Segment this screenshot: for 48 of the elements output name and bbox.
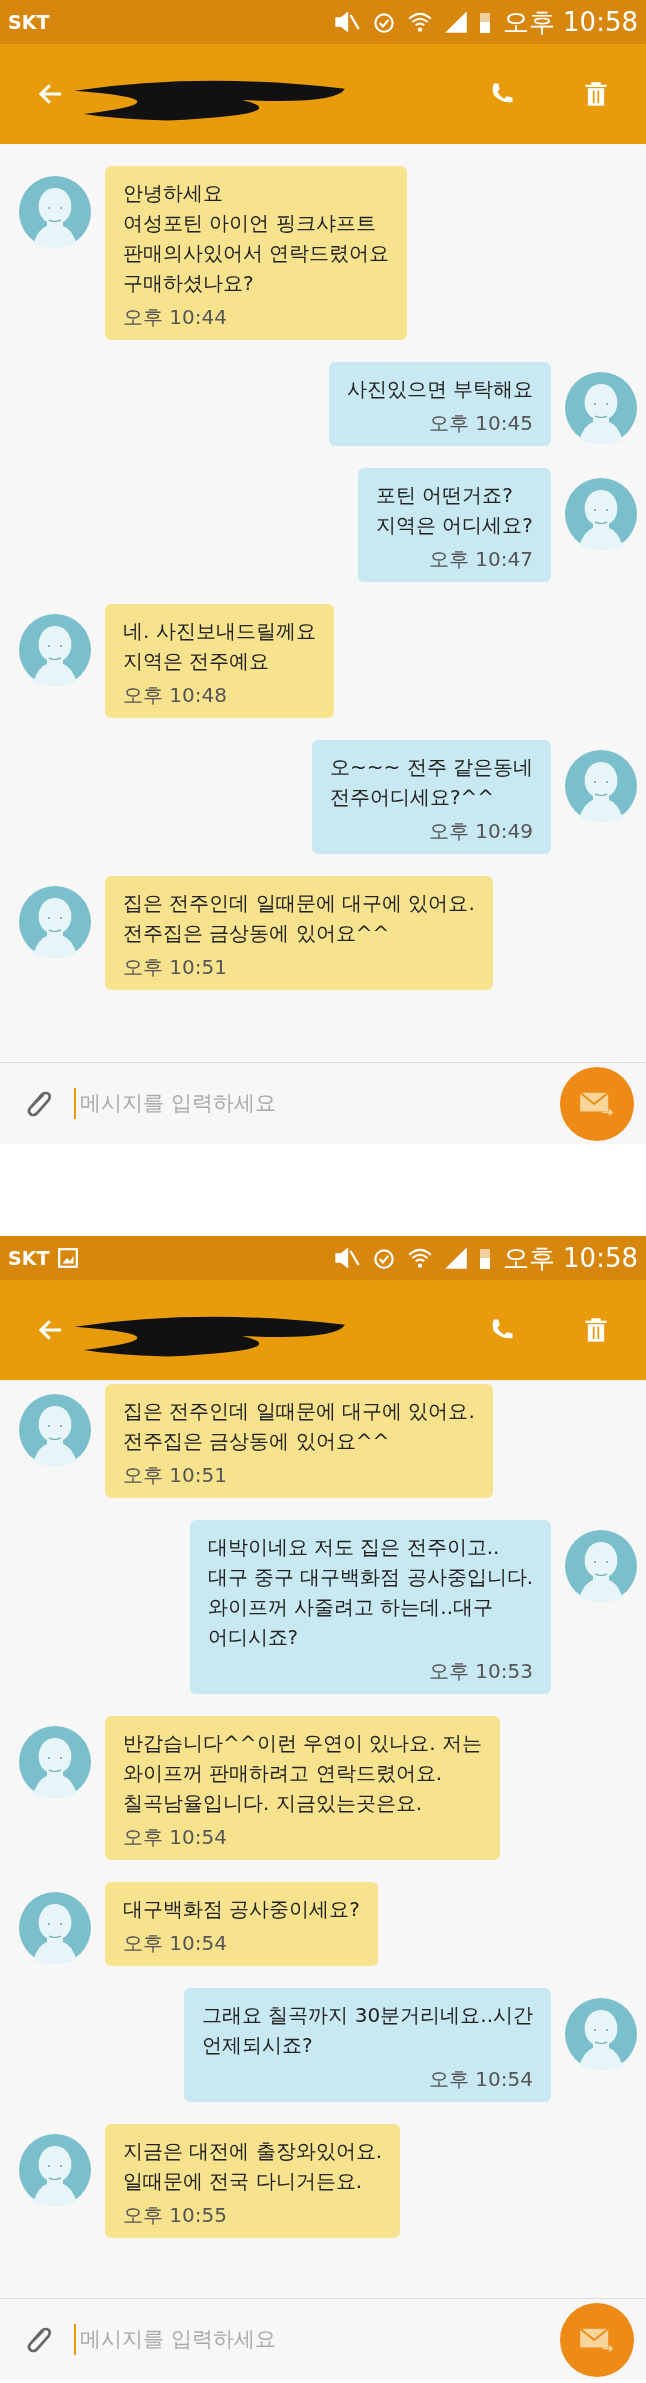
avatar-icon (565, 1998, 637, 2070)
message-text: 대구백화점 공사중이세요? (123, 1896, 360, 1923)
carrier-label: SKT (8, 9, 50, 35)
message-text: 오~~~ 전주 같은동네 전주어디세요?^^ (330, 754, 533, 811)
message-text: 집은 전주인데 일때문에 대구에 있어요. 전주집은 금상동에 있어요^^ (123, 890, 475, 947)
avatar-icon (565, 1530, 637, 1602)
message-time: 오후 10:55 (123, 2202, 228, 2229)
signal-icon (442, 9, 469, 35)
message-time: 오후 10:54 (428, 2066, 533, 2093)
message-text: 네. 사진보내드릴께요 지역은 전주예요 (123, 618, 316, 675)
envelope-icon (578, 1089, 616, 1118)
message-time: 오후 10:45 (428, 410, 533, 437)
message-input[interactable]: 메시지를 입력하세요 (74, 1087, 494, 1120)
message-time: 오후 10:49 (428, 818, 533, 845)
avatar-icon (19, 1394, 91, 1466)
message-time: 오후 10:54 (123, 1824, 228, 1851)
clock-text: 오후 10:58 (502, 1241, 638, 1275)
message-text: 대박이네요 저도 집은 전주이고.. 대구 중구 대구백화점 공사중입니다. 와이프꺼 사줄려고 하는데..대구 어디시죠? (207, 1534, 533, 1651)
avatar-icon (565, 372, 637, 444)
carrier-label: SKT (8, 1245, 50, 1271)
battery-icon (478, 1246, 491, 1270)
message-text: 안녕하세요 여성포틴 아이언 핑크샤프트 판매의사있어서 연락드렸어요 구매하셨나요? (123, 180, 390, 297)
message-time: 오후 10:53 (428, 1658, 533, 1685)
avatar-icon (565, 750, 637, 822)
message-time: 오후 10:51 (123, 954, 228, 981)
avatar-icon (565, 478, 637, 550)
avatar-icon (19, 1892, 91, 1964)
message-time: 오후 10:47 (428, 546, 533, 573)
message-time: 오후 10:48 (123, 682, 228, 709)
avatar-icon (19, 886, 91, 958)
message-time: 오후 10:51 (123, 1462, 228, 1489)
avatar-icon (19, 1726, 91, 1798)
message-time: 오후 10:44 (123, 304, 228, 331)
message-text: 반갑습니다^^이런 우연이 있나요. 저는 와이프꺼 판매하려고 연락드렸어요. 칠곡남율입니다. 지금있는곳은요. (123, 1730, 482, 1817)
message-text: 그래요 칠곡까지 30분거리네요..시간 언제되시죠? (202, 2002, 533, 2059)
message-text: 포틴 어떤거죠? 지역은 어디세요? (376, 482, 533, 539)
battery-icon (478, 10, 491, 34)
message-text: 사진있으면 부탁해요 (346, 376, 533, 403)
message-text: 집은 전주인데 일때문에 대구에 있어요. 전주집은 금상동에 있어요^^ (123, 1398, 475, 1455)
avatar-icon (19, 2134, 91, 2206)
signal-icon (442, 1245, 469, 1271)
avatar-icon (19, 176, 91, 248)
envelope-icon (578, 2325, 616, 2354)
clock-text: 오후 10:58 (502, 5, 638, 39)
message-text: 지금은 대전에 출장와있어요. 일때문에 전국 다니거든요. (123, 2138, 383, 2195)
avatar-icon (19, 614, 91, 686)
message-input[interactable]: 메시지를 입력하세요 (74, 2323, 494, 2356)
message-time: 오후 10:54 (123, 1930, 228, 1957)
